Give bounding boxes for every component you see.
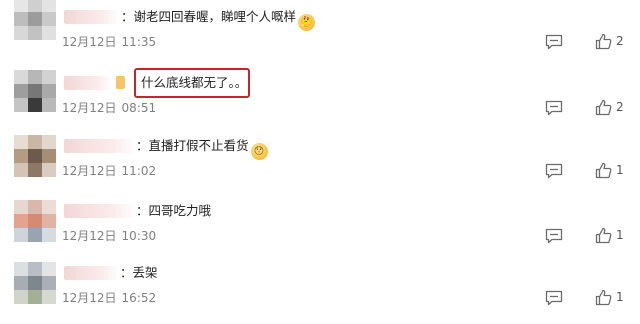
like-count: 1 [616, 228, 624, 242]
timestamp: 12月12日 11:02 [62, 164, 156, 178]
comment-text-body: ：直播打假不止看货 [136, 138, 249, 153]
username-blurred[interactable] [64, 266, 120, 280]
comment-text-body: ：谢老四回春喔，睇哩个人嘅样 [121, 9, 297, 24]
comment-time: 08:51 [121, 101, 157, 115]
comment-date: 12月12日 [62, 229, 117, 243]
avatar[interactable] [14, 0, 56, 40]
username-blurred[interactable] [64, 204, 136, 218]
timestamp: 12月12日 11:35 [62, 35, 156, 49]
timestamp: 12月12日 08:51 [62, 101, 156, 115]
comment-item: ：丢架 12月12日 16:52 1 [0, 262, 640, 324]
thumbs-up-icon[interactable] [595, 289, 612, 306]
thumbs-up-icon[interactable] [595, 227, 612, 244]
reply-icon[interactable] [545, 163, 563, 179]
reply-icon[interactable] [545, 34, 563, 50]
reply-icon[interactable] [545, 290, 563, 306]
timestamp: 12月12日 10:30 [62, 229, 156, 243]
thumbs-up-icon[interactable] [595, 99, 612, 116]
comment-item: ：四哥吃力哦 12月12日 10:30 1 [0, 200, 640, 262]
timestamp: 12月12日 16:52 [62, 291, 156, 305]
comment-time: 16:52 [121, 291, 157, 305]
reply-icon[interactable] [545, 100, 563, 116]
surprised-emoji: 😯 [250, 143, 268, 160]
comment-list: ：谢老四回春喔，睇哩个人嘅样 🤔 12月12日 11:35 2 什么底线都无了。。 … [0, 0, 640, 317]
like-count: 1 [616, 163, 624, 177]
like-count: 2 [616, 100, 624, 114]
username-blurred[interactable] [64, 10, 120, 24]
comment-item: ：谢老四回春喔，睇哩个人嘅样 🤔 12月12日 11:35 2 [0, 0, 640, 68]
comment-date: 12月12日 [62, 291, 117, 305]
comment-text: 什么底线都无了。。 [141, 73, 247, 93]
thinking-emoji: 🤔 [298, 14, 316, 31]
comment-text: ：直播打假不止看货 😯 [136, 136, 268, 160]
avatar[interactable] [14, 70, 56, 112]
thumbs-up-icon[interactable] [595, 162, 612, 179]
comment-text-body: 什么底线都无了。。 [141, 75, 248, 90]
comment-date: 12月12日 [62, 35, 117, 49]
comment-time: 11:02 [121, 164, 157, 178]
comment-time: 11:35 [121, 35, 157, 49]
comment-date: 12月12日 [62, 101, 117, 115]
vip-badge [116, 76, 125, 89]
avatar[interactable] [14, 262, 56, 304]
avatar[interactable] [14, 200, 56, 242]
like-count: 1 [616, 290, 624, 304]
reply-icon[interactable] [545, 228, 563, 244]
comment-text: ：谢老四回春喔，睇哩个人嘅样 🤔 [121, 7, 316, 31]
thumbs-up-icon[interactable] [595, 33, 612, 50]
username-blurred[interactable] [64, 76, 112, 90]
comment-text-body: ：四哥吃力哦 [136, 203, 212, 218]
like-count: 2 [616, 34, 624, 48]
comment-time: 10:30 [121, 229, 157, 243]
avatar[interactable] [14, 135, 56, 177]
comment-text-body: ：丢架 [120, 265, 158, 280]
username-blurred[interactable] [64, 139, 136, 153]
comment-date: 12月12日 [62, 164, 117, 178]
comment-text: ：四哥吃力哦 [136, 201, 211, 221]
comment-item: 什么底线都无了。。 12月12日 08:51 2 [0, 68, 640, 134]
comment-text: ：丢架 [120, 263, 158, 283]
comment-item: ：直播打假不止看货 😯 12月12日 11:02 1 [0, 135, 640, 197]
